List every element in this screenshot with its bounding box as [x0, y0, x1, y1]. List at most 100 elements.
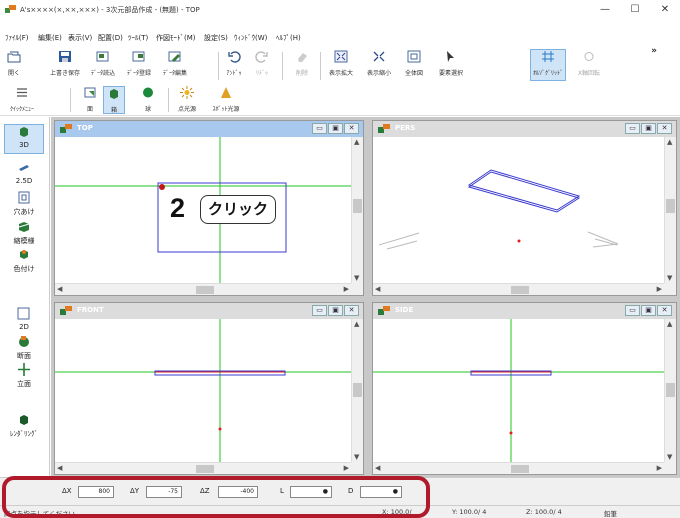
x-rotate-button[interactable]: X軸回転: [572, 50, 606, 77]
zoom-out-button[interactable]: 表示縮小: [362, 50, 396, 77]
viewport-close-button[interactable]: ✕: [657, 123, 672, 134]
2d-icon: [17, 307, 30, 320]
part-load-icon: [96, 51, 109, 62]
elevation-icon: [18, 363, 30, 376]
viewport-pers-name: PERS: [395, 124, 416, 132]
viewport-top-titlebar[interactable]: TOP ▭ ▣ ✕: [55, 121, 363, 137]
palette-hole[interactable]: 穴あけ: [4, 191, 44, 217]
front-canvas[interactable]: [55, 319, 353, 464]
viewport-maximize-button[interactable]: ▣: [328, 123, 343, 134]
menu-place[interactable]: 配置(D): [98, 33, 123, 43]
sphere-button[interactable]: 球: [140, 86, 156, 113]
vertical-scrollbar[interactable]: ▲ ▼: [664, 319, 676, 462]
undo-button[interactable]: ｱﾝﾄﾞｩ: [222, 50, 246, 77]
viewport-icon: [60, 306, 72, 315]
point-light-button[interactable]: 点光源: [172, 86, 202, 113]
viewport-side[interactable]: SIDE ▭ ▣ ✕ ▲ ▼ ◀ ▶: [372, 302, 677, 475]
highlight-frame: [2, 476, 430, 518]
vertical-scrollbar[interactable]: ▲ ▼: [351, 137, 363, 283]
menu-settings[interactable]: 設定(S): [204, 33, 228, 43]
palette-pattern[interactable]: 縮模様: [4, 220, 44, 246]
side-canvas[interactable]: [373, 319, 666, 464]
viewport-close-button[interactable]: ✕: [657, 305, 672, 316]
viewport-front-name: FRONT: [77, 306, 104, 314]
scroll-corner: [664, 462, 676, 474]
minimize-button[interactable]: —: [590, 3, 620, 17]
palette-2d[interactable]: 2D: [4, 307, 44, 331]
status-mode: 鉛筆: [604, 510, 617, 518]
menu-draw-mode[interactable]: 作図ﾓｰﾄﾞ(M): [156, 33, 196, 43]
spot-light-button[interactable]: ｽﾎﾟｯﾄ光源: [206, 86, 246, 113]
palette-2-5d[interactable]: 2.5D: [4, 161, 44, 185]
maximize-button[interactable]: ☐: [620, 3, 650, 17]
viewport-side-name: SIDE: [395, 306, 414, 314]
menu-file[interactable]: ﾌｧｲﾙ(F): [5, 33, 29, 43]
window-title: A's××××(×,××,×××) - 3次元部品作成 - (無題) - TOP: [20, 6, 200, 14]
viewport-front[interactable]: FRONT ▭ ▣ ✕ ▲ ▼ ◀ ▶: [54, 302, 364, 475]
menu-edit[interactable]: 編集(E): [38, 33, 62, 43]
viewport-side-titlebar[interactable]: SIDE ▭ ▣ ✕: [373, 303, 676, 319]
viewport-minimize-button[interactable]: ▭: [312, 123, 327, 134]
box-button[interactable]: 箱: [103, 86, 125, 114]
face-button[interactable]: 面: [82, 86, 98, 113]
horizontal-scrollbar[interactable]: ◀ ▶: [55, 462, 351, 474]
select-element-button[interactable]: 要素選択: [434, 50, 468, 77]
palette-section[interactable]: 断面: [4, 335, 44, 361]
viewport-close-button[interactable]: ✕: [344, 123, 359, 134]
viewport-front-titlebar[interactable]: FRONT ▭ ▣ ✕: [55, 303, 363, 319]
color-icon: [20, 250, 28, 259]
mode-palette: 3D 2.5D 穴あけ 縮模様 色付け 2D 断面 立面 ﾚﾝﾀﾞﾘﾝｸﾞ: [0, 117, 50, 477]
viewport-minimize-button[interactable]: ▭: [625, 305, 640, 316]
zoom-out-icon: [373, 51, 385, 62]
menu-window[interactable]: ｳｨﾝﾄﾞｳ(W): [234, 33, 267, 43]
scroll-corner: [351, 462, 363, 474]
menu-view[interactable]: 表示(V): [68, 33, 92, 43]
viewport-pers[interactable]: PERS ▭ ▣ ✕ ▲ ▼ ◀ ▶: [372, 120, 677, 296]
pers-canvas[interactable]: [373, 137, 666, 285]
menu-icon: [17, 88, 27, 97]
2-5d-icon: [19, 165, 29, 171]
viewport-top-name: TOP: [77, 124, 93, 132]
fit-all-button[interactable]: 全体図: [400, 50, 428, 77]
menu-help[interactable]: ﾍﾙﾌﾟ(H): [276, 33, 301, 43]
sun-icon: [180, 86, 194, 99]
viewport-minimize-button[interactable]: ▭: [625, 123, 640, 134]
viewport-icon: [60, 124, 72, 133]
redo-icon: [255, 51, 268, 63]
viewport-maximize-button[interactable]: ▣: [328, 305, 343, 316]
horizontal-scrollbar[interactable]: ◀ ▶: [373, 283, 664, 295]
part-load-button[interactable]: ﾃﾞｰﾀ読込: [86, 50, 120, 77]
horizontal-scrollbar[interactable]: ◀ ▶: [373, 462, 664, 474]
toolbar-separator: [320, 52, 321, 80]
scroll-corner: [664, 283, 676, 295]
close-button[interactable]: ✕: [650, 3, 680, 17]
viewport-maximize-button[interactable]: ▣: [641, 305, 656, 316]
viewport-pers-titlebar[interactable]: PERS ▭ ▣ ✕: [373, 121, 676, 137]
delete-button[interactable]: 削除: [290, 50, 314, 77]
palette-3d[interactable]: 3D: [4, 124, 44, 154]
viewport-close-button[interactable]: ✕: [344, 305, 359, 316]
save-overwrite-button[interactable]: 上書き保存: [48, 50, 82, 77]
open-button[interactable]: 開く: [4, 50, 24, 77]
vertical-scrollbar[interactable]: ▲ ▼: [351, 319, 363, 462]
step-action-label: クリック: [200, 195, 277, 224]
toolbar-overflow-button[interactable]: »: [648, 46, 660, 56]
horizontal-scrollbar[interactable]: ◀ ▶: [55, 283, 351, 295]
menu-tools[interactable]: ﾂｰﾙ(T): [128, 33, 148, 43]
palette-elevation[interactable]: 立面: [4, 363, 44, 389]
quick-menu-button[interactable]: ｸｲｯｸﾒﾆｭｰ: [3, 86, 41, 113]
vertical-scrollbar[interactable]: ▲ ▼: [664, 137, 676, 283]
ortho-grid-button[interactable]: ｵﾙｿﾞｸﾞﾘｯﾄﾞ: [530, 49, 566, 81]
palette-color[interactable]: 色付け: [4, 248, 44, 274]
menu-bar: ﾌｧｲﾙ(F) 編集(E) 表示(V) 配置(D) ﾂｰﾙ(T) 作図ﾓｰﾄﾞ(…: [0, 32, 680, 46]
box-icon: [110, 89, 118, 99]
viewport-maximize-button[interactable]: ▣: [641, 123, 656, 134]
palette-render[interactable]: ﾚﾝﾀﾞﾘﾝｸﾞ: [4, 413, 44, 439]
part-edit-button[interactable]: ﾃﾞｰﾀ編集: [158, 50, 192, 77]
render-icon: [20, 415, 28, 425]
part-edit-icon: [168, 51, 181, 62]
redo-button[interactable]: ﾘﾄﾞｩ: [250, 50, 274, 77]
viewport-minimize-button[interactable]: ▭: [312, 305, 327, 316]
zoom-in-button[interactable]: 表示拡大: [324, 50, 358, 77]
part-register-button[interactable]: ﾃﾞｰﾀ登録: [122, 50, 156, 77]
